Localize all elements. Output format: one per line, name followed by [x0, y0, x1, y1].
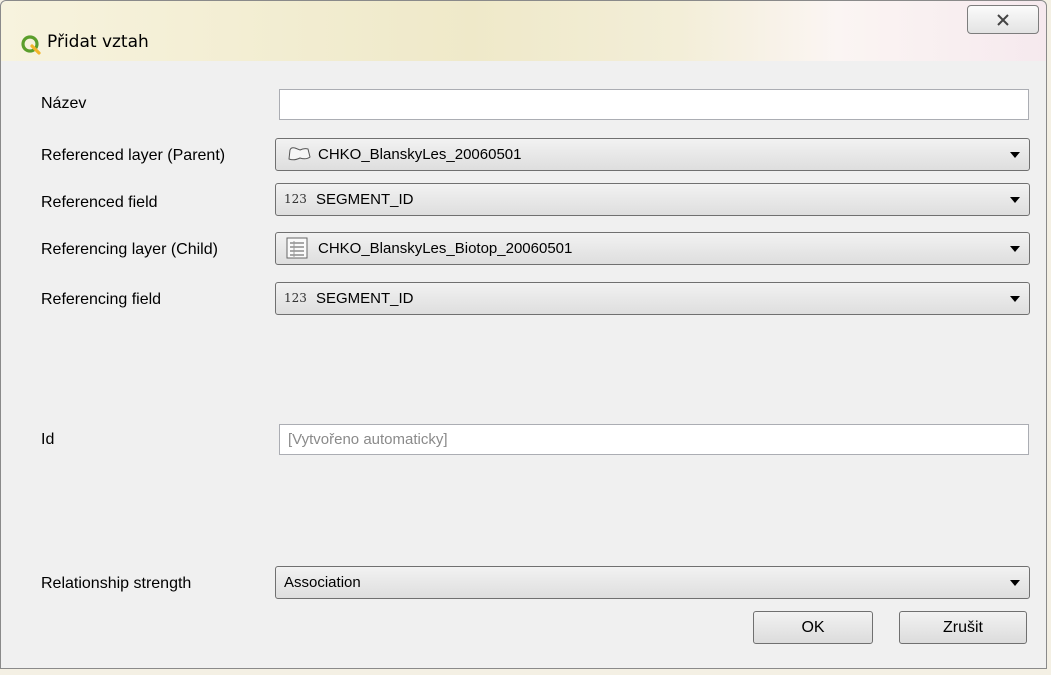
id-label: Id: [41, 431, 55, 448]
chevron-down-icon: [1010, 296, 1020, 302]
id-input[interactable]: [Vytvořeno automaticky]: [279, 424, 1029, 455]
close-button[interactable]: [967, 5, 1039, 34]
chevron-down-icon: [1010, 580, 1020, 586]
referencing-field-select[interactable]: 123 SEGMENT_ID: [275, 282, 1030, 315]
referenced-field-label: Referenced field: [41, 194, 158, 211]
name-label: Název: [41, 95, 87, 112]
referenced-layer-select[interactable]: CHKO_BlanskyLes_20060501: [275, 138, 1030, 171]
relationship-strength-select[interactable]: Association: [275, 566, 1030, 599]
referencing-layer-label: Referencing layer (Child): [41, 241, 218, 258]
relationship-strength-value: Association: [284, 574, 361, 591]
close-icon: [997, 13, 1009, 26]
add-relation-dialog: Přidat vztah Název Referenced layer (Par…: [0, 0, 1047, 669]
referencing-layer-value: CHKO_BlanskyLes_Biotop_20060501: [318, 240, 573, 257]
chevron-down-icon: [1010, 152, 1020, 158]
referenced-layer-label: Referenced layer (Parent): [41, 147, 226, 164]
relationship-strength-label: Relationship strength: [41, 575, 192, 592]
window-title: Přidat vztah: [47, 32, 149, 52]
table-layer-icon: [286, 237, 308, 259]
chevron-down-icon: [1010, 246, 1020, 252]
referenced-layer-value: CHKO_BlanskyLes_20060501: [318, 146, 522, 163]
dialog-body: Název Referenced layer (Parent) CHKO_Bla…: [9, 61, 1039, 665]
referencing-field-value: SEGMENT_ID: [316, 290, 414, 307]
integer-type-icon: 123: [284, 192, 307, 206]
title-bar: Přidat vztah: [1, 1, 1046, 61]
name-input[interactable]: [279, 89, 1029, 120]
referenced-field-select[interactable]: 123 SEGMENT_ID: [275, 183, 1030, 216]
referenced-field-value: SEGMENT_ID: [316, 191, 414, 208]
polygon-layer-icon: [288, 147, 311, 161]
referencing-layer-select[interactable]: CHKO_BlanskyLes_Biotop_20060501: [275, 232, 1030, 265]
ok-button[interactable]: OK: [753, 611, 873, 644]
cancel-button[interactable]: Zrušit: [899, 611, 1027, 644]
referencing-field-label: Referencing field: [41, 291, 162, 308]
qgis-logo-icon: [21, 35, 41, 55]
integer-type-icon: 123: [284, 291, 307, 305]
chevron-down-icon: [1010, 197, 1020, 203]
